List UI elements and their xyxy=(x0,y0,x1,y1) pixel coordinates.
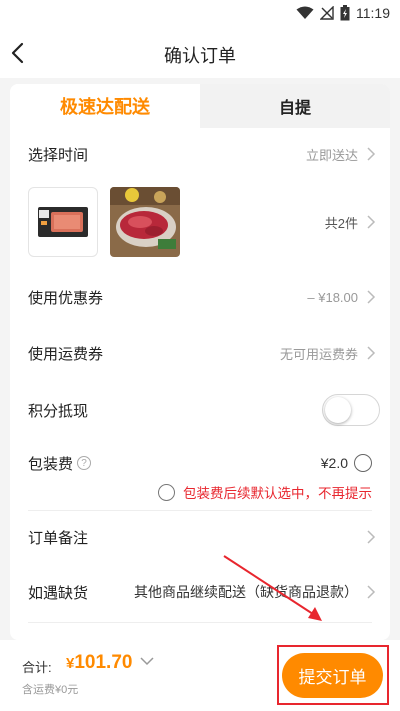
total-value: 101.70 xyxy=(74,652,133,673)
points-label: 积分抵现 xyxy=(28,402,89,420)
chevron-down-icon[interactable] xyxy=(140,656,154,666)
tab-self-pickup[interactable]: 自提 xyxy=(200,84,390,128)
chevron-right-icon xyxy=(367,215,376,229)
order-remark-label: 订单备注 xyxy=(28,529,89,547)
order-card: 极速达配送 自提 选择时间 立即送达 共2件 使用优惠券 – ¥18.00 使用… xyxy=(10,84,390,640)
packaging-hint-text: 包装费后续默认选中，不再提示 xyxy=(183,486,372,501)
row-order-remark[interactable]: 订单备注 xyxy=(10,517,390,557)
select-time-value: 立即送达 xyxy=(305,147,358,163)
page-title: 确认订单 xyxy=(164,46,236,66)
no-signal-icon xyxy=(320,6,334,20)
checkout-bar: 合计: ¥101.70 含运费¥0元 提交订单 xyxy=(0,640,400,711)
row-packaging: 包装费 ? ¥2.0 xyxy=(10,443,390,483)
shipping-coupon-value: 无可用运费券 xyxy=(279,346,358,362)
packaging-radio[interactable] xyxy=(354,454,372,472)
row-coupon[interactable]: 使用优惠券 – ¥18.00 xyxy=(10,277,390,317)
item-count: 共2件 xyxy=(324,215,358,231)
toggle-knob xyxy=(325,397,351,423)
divider xyxy=(28,622,372,623)
row-points: 积分抵现 xyxy=(10,388,390,432)
points-toggle[interactable] xyxy=(322,394,380,426)
row-select-time[interactable]: 选择时间 立即送达 xyxy=(10,134,390,174)
chevron-right-icon xyxy=(367,346,376,360)
tab-express-delivery[interactable]: 极速达配送 xyxy=(10,84,200,128)
chevron-right-icon xyxy=(367,585,376,599)
shipping-fee-note: 含运费¥0元 xyxy=(22,684,79,696)
total-amount: ¥101.70 xyxy=(66,652,132,674)
hint-radio[interactable] xyxy=(158,483,175,501)
row-out-of-stock[interactable]: 如遇缺货 其他商品继续配送（缺货商品退款） xyxy=(10,572,390,612)
shipping-coupon-label: 使用运费券 xyxy=(28,345,104,363)
submit-order-button[interactable]: 提交订单 xyxy=(282,653,383,698)
status-time: 11:19 xyxy=(356,5,390,21)
help-icon[interactable]: ? xyxy=(77,456,92,470)
coupon-value: – ¥18.00 xyxy=(307,289,358,305)
packaging-label: 包装费 xyxy=(28,455,74,473)
divider xyxy=(28,510,372,511)
chevron-right-icon xyxy=(367,290,376,304)
packaging-fee: ¥2.0 xyxy=(320,455,348,471)
out-of-stock-value: 其他商品继续配送（缺货商品退款） xyxy=(134,584,358,600)
chevron-right-icon xyxy=(367,530,376,544)
select-time-label: 选择时间 xyxy=(28,146,89,164)
delivery-tabs: 极速达配送 自提 xyxy=(10,84,390,128)
coupon-label: 使用优惠券 xyxy=(28,289,104,307)
row-shipping-coupon[interactable]: 使用运费券 无可用运费券 xyxy=(10,333,390,373)
status-icons: 11:19 xyxy=(296,5,390,21)
out-of-stock-label: 如遇缺货 xyxy=(28,584,89,602)
total-label: 合计: xyxy=(22,660,52,675)
row-item-count[interactable]: 共2件 xyxy=(10,202,390,242)
battery-icon xyxy=(340,5,350,21)
wifi-icon xyxy=(296,6,314,19)
nav-bar: 确认订单 xyxy=(0,28,400,78)
packaging-hint: 包装费后续默认选中，不再提示 xyxy=(10,482,390,502)
chevron-right-icon xyxy=(367,147,376,161)
status-bar: 11:19 xyxy=(0,0,400,28)
